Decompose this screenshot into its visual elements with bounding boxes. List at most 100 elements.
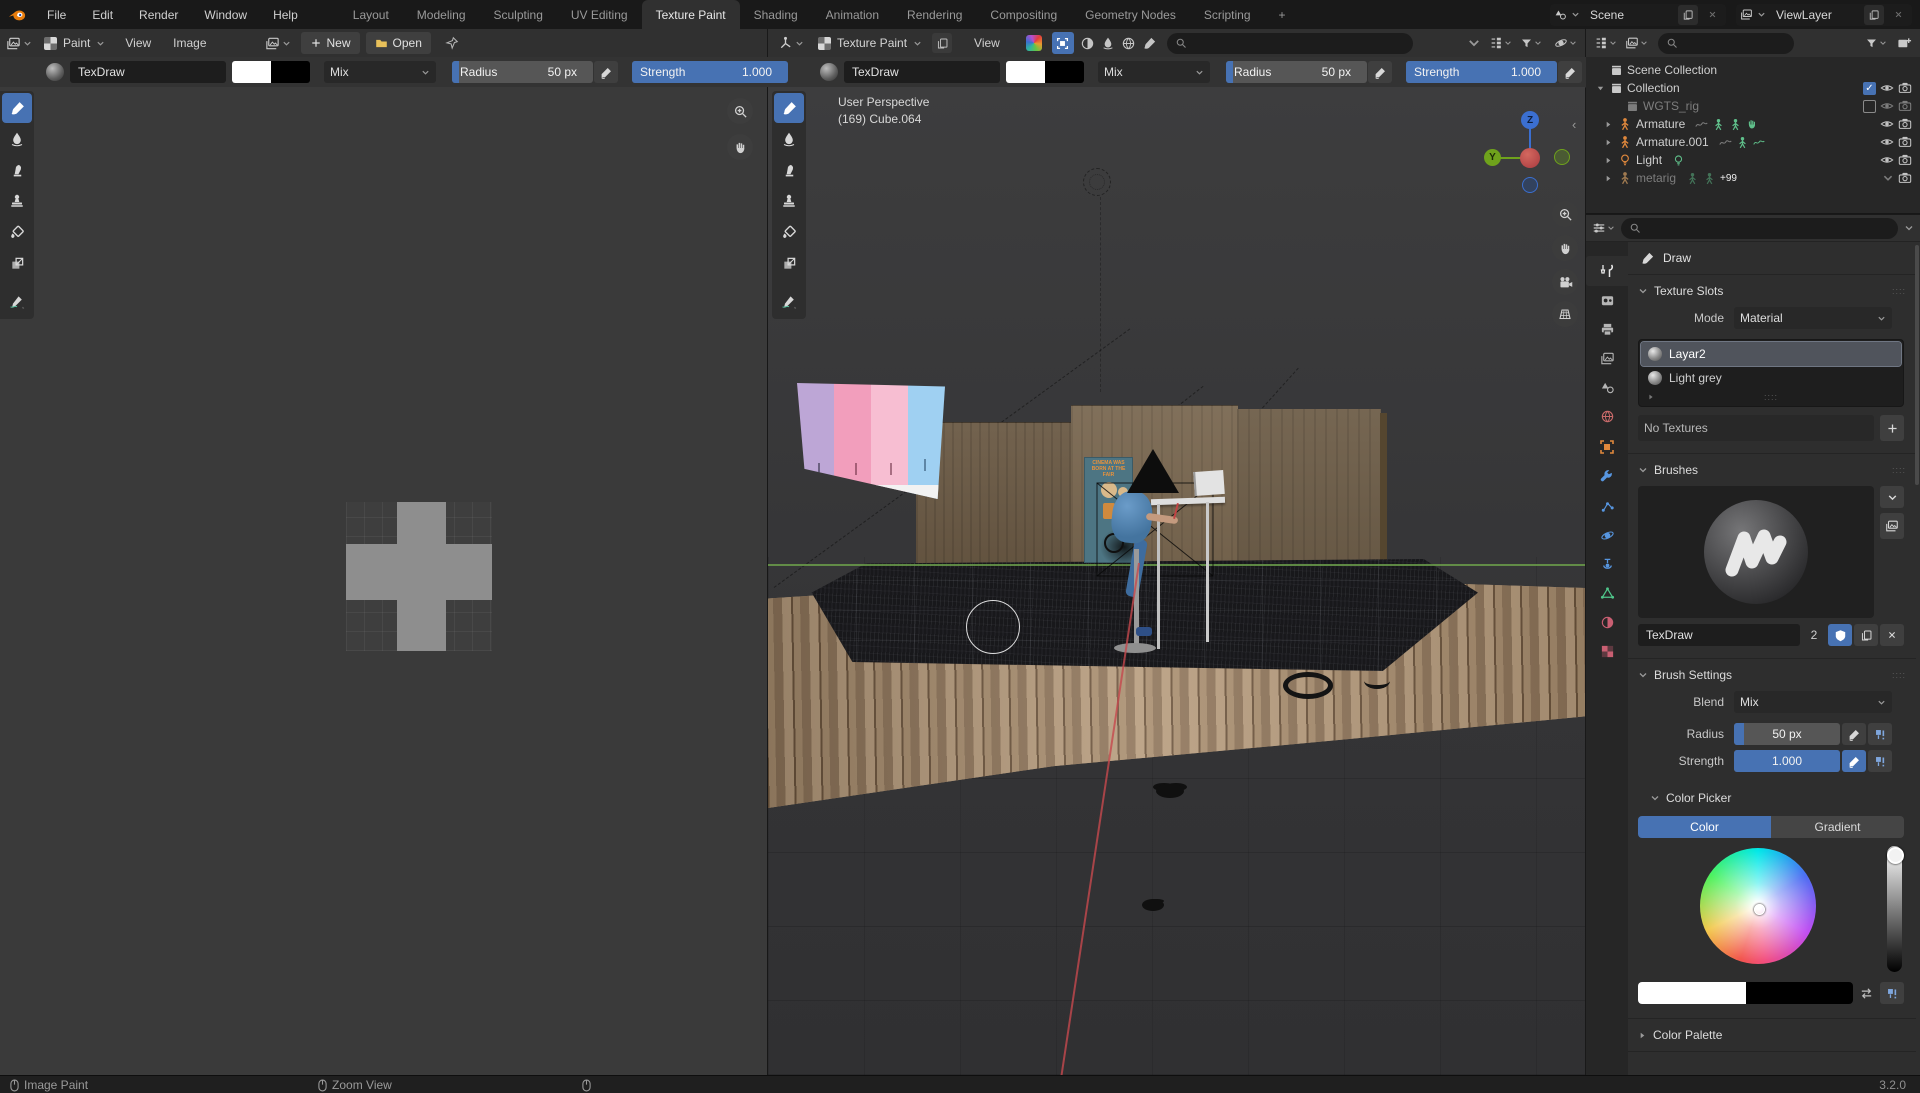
- globe-icon[interactable]: [1121, 36, 1136, 51]
- gizmo-y-ball[interactable]: Y: [1484, 149, 1501, 166]
- collapse-triangle-icon[interactable]: [1602, 138, 1614, 147]
- menu-help[interactable]: Help: [260, 0, 311, 29]
- brush-name-field[interactable]: TexDraw: [1638, 624, 1800, 646]
- workspace-tab-scripting[interactable]: Scripting: [1190, 0, 1265, 29]
- workspace-tab-geometry-nodes[interactable]: Geometry Nodes: [1071, 0, 1190, 29]
- new-scene-button[interactable]: [1678, 5, 1698, 25]
- outliner-search-input[interactable]: [1658, 33, 1794, 54]
- unlink-brush-button[interactable]: [1880, 624, 1904, 646]
- tab-modifiers[interactable]: [1586, 463, 1628, 492]
- tool-mask[interactable]: [774, 248, 804, 278]
- floor-ring-prop[interactable]: [1283, 672, 1333, 699]
- workspace-tab-animation[interactable]: Animation: [812, 0, 893, 29]
- brush-preview-icon[interactable]: [820, 63, 838, 81]
- tool-soften[interactable]: [774, 124, 804, 154]
- outliner-row-collection[interactable]: Collection ✓: [1586, 79, 1920, 97]
- viewport-3d[interactable]: CINEMA WAS BORN AT THE FAIR: [768, 87, 1585, 1075]
- tab-texture[interactable]: [1586, 637, 1628, 666]
- gizmo-y-neg-ball[interactable]: [1554, 149, 1570, 165]
- zoom-in-button[interactable]: [1552, 201, 1578, 227]
- tool-draw[interactable]: [774, 93, 804, 123]
- strength-pressure-icon[interactable]: [1558, 61, 1582, 83]
- workspace-tab-shading[interactable]: Shading: [740, 0, 812, 29]
- collection-checkbox[interactable]: ✓: [1863, 82, 1876, 95]
- expand-triangle-icon[interactable]: [1647, 393, 1655, 401]
- workspace-tab-modeling[interactable]: Modeling: [403, 0, 480, 29]
- sidebar-collapse-chevron[interactable]: ‹: [1572, 117, 1576, 132]
- tab-output[interactable]: [1586, 315, 1628, 344]
- menu-render[interactable]: Render: [126, 0, 191, 29]
- eye-icon[interactable]: [1880, 99, 1894, 113]
- tab-object[interactable]: [1586, 431, 1628, 463]
- tool-fill[interactable]: [774, 217, 804, 247]
- camera-icon[interactable]: [1898, 81, 1912, 95]
- image-editor-canvas[interactable]: [0, 87, 768, 1075]
- outliner-scene-dropdown[interactable]: [1625, 36, 1648, 50]
- vertex-mask-icon[interactable]: [1080, 36, 1095, 51]
- editor-type-selector[interactable]: [778, 36, 804, 51]
- filter-dropdown[interactable]: [1520, 37, 1542, 50]
- blend-mode-dropdown[interactable]: Mix: [324, 61, 436, 83]
- color-wheel-cursor[interactable]: [1754, 904, 1765, 915]
- tab-constraints[interactable]: [1586, 550, 1628, 579]
- value-slider[interactable]: [1887, 846, 1902, 972]
- camera-view-button[interactable]: [1552, 269, 1578, 295]
- radius-slider[interactable]: 50 px: [1734, 723, 1840, 745]
- droplets-icon[interactable]: [1101, 36, 1115, 50]
- tool-mask[interactable]: [2, 248, 32, 278]
- workspace-tab-layout[interactable]: Layout: [339, 0, 403, 29]
- image-mode-dropdown[interactable]: Paint: [44, 36, 105, 50]
- object-visibility-dropdown[interactable]: [1489, 36, 1512, 50]
- floor-worm-prop[interactable]: [1364, 673, 1390, 689]
- outliner-row-armature-001[interactable]: Armature.001: [1586, 133, 1920, 151]
- brush-icon[interactable]: [1142, 36, 1157, 51]
- tab-world[interactable]: [1586, 402, 1628, 431]
- properties-editor-type[interactable]: [1592, 221, 1615, 235]
- blend-dropdown[interactable]: Mix: [1734, 691, 1892, 713]
- new-collection-icon[interactable]: [1897, 36, 1912, 51]
- menu-edit[interactable]: Edit: [79, 0, 126, 29]
- interaction-mode-dropdown[interactable]: Texture Paint: [818, 36, 922, 50]
- workspace-tab-texture-paint[interactable]: Texture Paint: [642, 0, 740, 29]
- add-texture-button[interactable]: [1880, 415, 1904, 441]
- collapsed-chevron-icon[interactable]: [1882, 172, 1894, 184]
- radius-pressure-icon[interactable]: [1368, 61, 1392, 83]
- paint-mask-icon[interactable]: [1052, 32, 1074, 54]
- viewport-search-input[interactable]: [1167, 33, 1413, 54]
- grip-icon[interactable]: ::::: [1892, 465, 1906, 475]
- radius-slider[interactable]: Radius 50 px: [1226, 61, 1367, 83]
- tab-tool[interactable]: [1586, 256, 1628, 286]
- tool-soften[interactable]: [2, 124, 32, 154]
- camera-icon[interactable]: [1898, 171, 1912, 185]
- strength-slider[interactable]: Strength 1.000: [632, 61, 788, 83]
- tab-view-layer[interactable]: [1586, 344, 1628, 373]
- texture-slots-panel-header[interactable]: Texture Slots ::::: [1628, 281, 1916, 301]
- strength-texture-icon[interactable]: [1868, 750, 1892, 772]
- collapse-chevron-icon[interactable]: [1467, 36, 1481, 50]
- menu-image[interactable]: Image: [163, 30, 216, 56]
- slot-item-layar2[interactable]: Layar2: [1641, 342, 1901, 366]
- color-texture-icon[interactable]: [1880, 982, 1904, 1004]
- menu-view[interactable]: View: [964, 30, 1010, 56]
- menu-file[interactable]: File: [34, 0, 79, 29]
- pan-hand-button[interactable]: [1552, 235, 1578, 261]
- blender-logo-icon[interactable]: [0, 8, 34, 22]
- slot-item-light-grey[interactable]: Light grey: [1641, 366, 1901, 390]
- duplicate-brush-button[interactable]: [1854, 624, 1878, 646]
- tab-render[interactable]: [1586, 286, 1628, 315]
- tool-smear[interactable]: [2, 155, 32, 185]
- viewlayer-name[interactable]: ViewLayer: [1770, 8, 1860, 22]
- chevron-down-icon[interactable]: [1571, 10, 1580, 19]
- gizmo-z-ball[interactable]: Z: [1521, 111, 1539, 129]
- brushes-panel-header[interactable]: Brushes ::::: [1628, 460, 1916, 480]
- brush-name-field[interactable]: TexDraw: [70, 61, 226, 83]
- primary-color-swatch[interactable]: [232, 61, 271, 83]
- brush-name-field[interactable]: TexDraw: [844, 61, 1000, 83]
- secondary-color-swatch[interactable]: [271, 61, 310, 83]
- tab-data[interactable]: [1586, 579, 1628, 608]
- tool-clone[interactable]: [2, 186, 32, 216]
- menu-view[interactable]: View: [115, 30, 161, 56]
- collapse-triangle-icon[interactable]: [1602, 120, 1614, 129]
- camera-icon[interactable]: [1898, 117, 1912, 131]
- tool-fill[interactable]: [2, 217, 32, 247]
